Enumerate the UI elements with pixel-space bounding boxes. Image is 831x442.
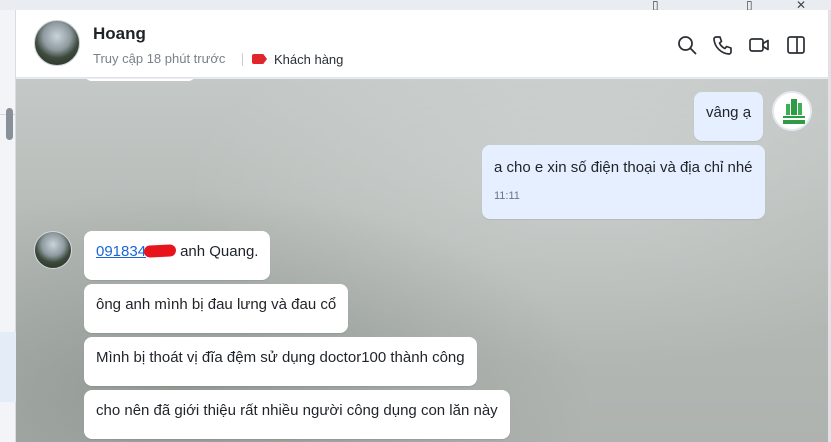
customer-label[interactable]: Khách hàng (274, 52, 343, 67)
phone-icon[interactable] (712, 34, 734, 56)
sidebar-selected-item[interactable] (0, 332, 16, 402)
my-avatar[interactable] (772, 91, 812, 131)
sidebar-toggle-icon[interactable] (785, 34, 807, 56)
chat-header: Hoang Truy cập 18 phút trước Khách hàng (16, 10, 828, 78)
message-text: a cho e xin số điện thoại và địa chỉ nhé (494, 159, 753, 176)
previous-message-bubble (84, 79, 196, 81)
message-text: anh Quang. (180, 243, 259, 260)
search-icon[interactable] (676, 34, 698, 56)
sent-message[interactable]: a cho e xin số điện thoại và địa chỉ nhé… (482, 145, 765, 219)
sent-message[interactable]: vâng ạ (694, 92, 764, 141)
label-tag-icon (252, 54, 267, 64)
contact-avatar[interactable] (34, 20, 80, 66)
redaction-mark (143, 244, 177, 258)
video-icon[interactable] (748, 34, 770, 56)
message-text: ông anh mình bị đau lưng và đau cổ (96, 296, 337, 313)
contact-name[interactable]: Hoang (93, 24, 146, 44)
window-titlebar: ▯ ▯ ✕ (0, 0, 831, 12)
message-text: Mình bị thoát vị đĩa đệm sử dụng doctor1… (96, 349, 465, 366)
sidebar-scrollbar[interactable] (6, 108, 13, 140)
received-message[interactable]: cho nên đã giới thiệu rất nhiều người cô… (84, 390, 510, 439)
message-area[interactable]: vâng ạ a cho e xin số điện thoại và địa … (16, 79, 828, 442)
contact-avatar[interactable] (34, 231, 72, 269)
message-text: vâng ạ (706, 104, 752, 121)
received-message[interactable]: Mình bị thoát vị đĩa đệm sử dụng doctor1… (84, 337, 477, 386)
message-time: 11:11 (494, 190, 520, 202)
status-divider (242, 53, 243, 66)
last-seen-status: Truy cập 18 phút trước (93, 51, 226, 66)
phone-number-link[interactable]: 091834 (96, 243, 146, 260)
conversation-list-sidebar (0, 10, 16, 442)
received-message[interactable]: 091834 anh Quang. (84, 231, 271, 280)
received-message[interactable]: ông anh mình bị đau lưng và đau cổ (84, 284, 349, 333)
message-text: cho nên đã giới thiệu rất nhiều người cô… (96, 402, 498, 419)
